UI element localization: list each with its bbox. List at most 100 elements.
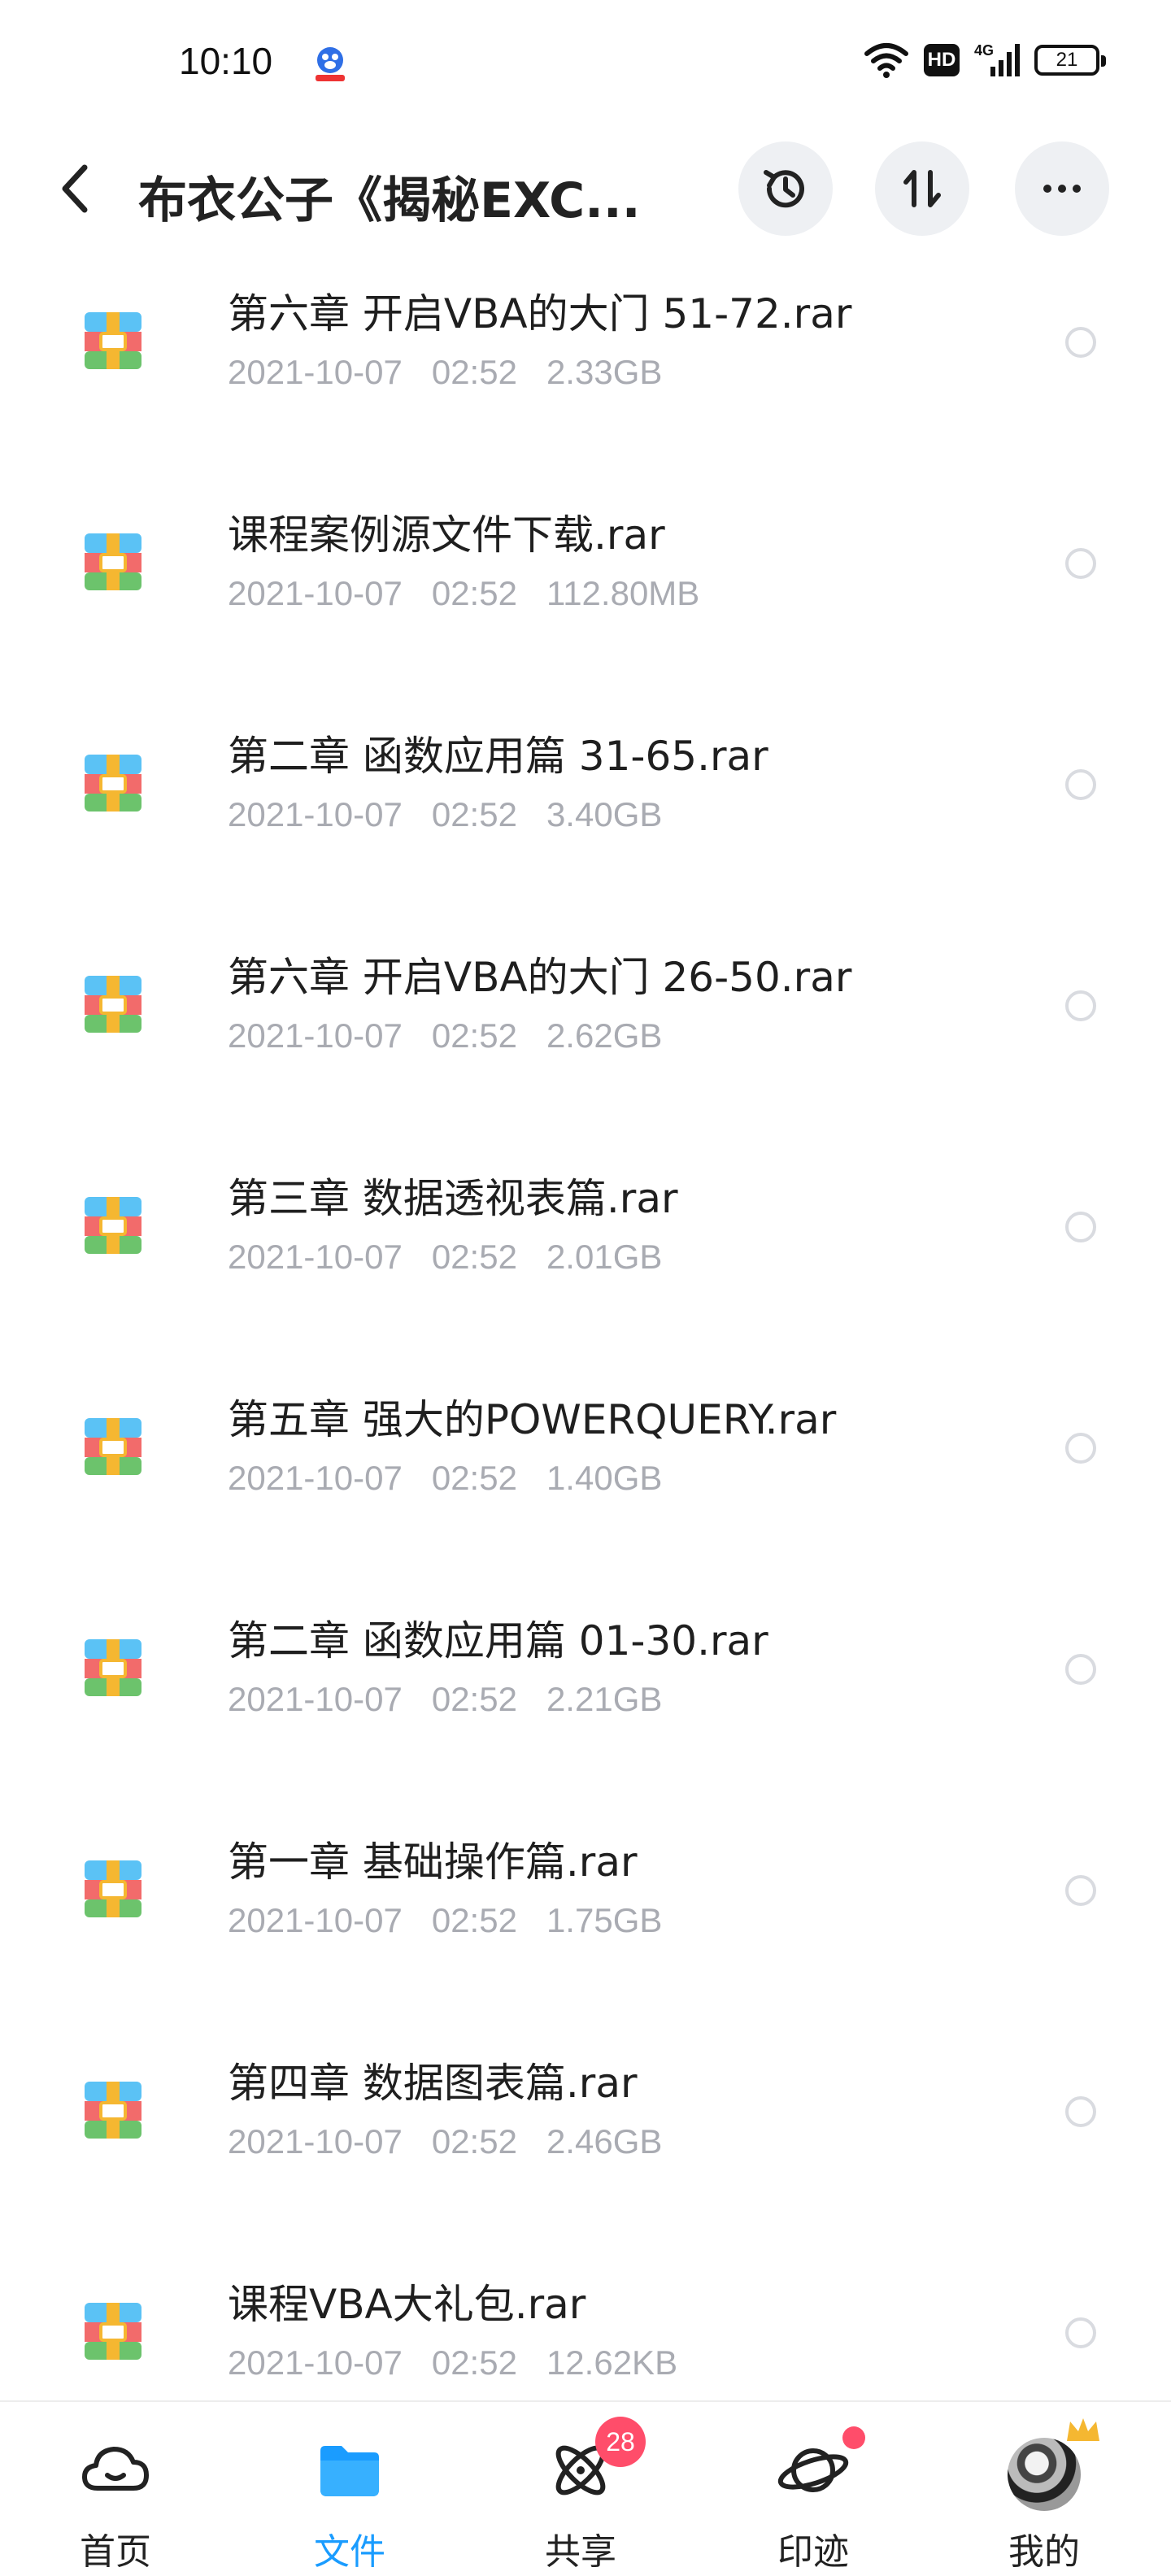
file-meta: 2021-10-07 02:52 2.33GB bbox=[228, 353, 691, 392]
file-date: 2021-10-07 bbox=[228, 795, 403, 833]
nav-share[interactable]: 28 共享 bbox=[499, 2402, 662, 2576]
file-row[interactable]: 第二章 函数应用篇 01-30.rar 2021-10-07 02:52 2.21GB bbox=[0, 1579, 1171, 1800]
file-date: 2021-10-07 bbox=[228, 1901, 403, 1939]
file-time: 02:52 bbox=[431, 1016, 517, 1055]
page: 10:10 HD 4G 21 布衣公子《揭秘EXC... 第六章 开启VBA的大… bbox=[0, 0, 1171, 2576]
file-name: 第一章 基础操作篇.rar bbox=[228, 1838, 638, 1886]
file-size: 2.46GB bbox=[546, 2122, 663, 2160]
file-row[interactable]: 课程案例源文件下载.rar 2021-10-07 02:52 112.80MB bbox=[0, 473, 1171, 694]
file-row[interactable]: 第二章 函数应用篇 31-65.rar 2021-10-07 02:52 3.40GB bbox=[0, 694, 1171, 916]
select-checkbox[interactable] bbox=[1065, 1875, 1096, 1906]
nav-files-label: 文件 bbox=[314, 2531, 385, 2573]
file-name: 第二章 函数应用篇 01-30.rar bbox=[228, 1617, 768, 1664]
file-row[interactable]: 第三章 数据透视表篇.rar 2021-10-07 02:52 2.01GB bbox=[0, 1137, 1171, 1358]
file-meta: 2021-10-07 02:52 2.01GB bbox=[228, 1238, 691, 1277]
baidu-netdisk-notification-icon bbox=[316, 47, 345, 81]
cloud-icon bbox=[82, 2447, 149, 2491]
file-row[interactable]: 课程VBA大礼包.rar 2021-10-07 02:52 12.62KB bbox=[0, 2243, 1171, 2399]
status-time: 10:10 bbox=[179, 40, 273, 82]
select-checkbox[interactable] bbox=[1065, 990, 1096, 1021]
more-button[interactable] bbox=[1015, 141, 1109, 236]
file-size: 1.40GB bbox=[546, 1459, 663, 1497]
file-row[interactable]: 第六章 开启VBA的大门 26-50.rar 2021-10-07 02:52 2.6… bbox=[0, 916, 1171, 1137]
file-name: 第四章 数据图表篇.rar bbox=[228, 2060, 638, 2107]
rar-archive-icon bbox=[85, 2082, 141, 2139]
back-icon[interactable] bbox=[54, 161, 99, 216]
file-name: 课程案例源文件下载.rar bbox=[228, 511, 665, 559]
nav-home-label: 首页 bbox=[80, 2531, 151, 2573]
nav-traces[interactable]: 印迹 bbox=[732, 2402, 895, 2576]
file-size: 2.62GB bbox=[546, 1016, 663, 1055]
file-meta: 2021-10-07 02:52 2.62GB bbox=[228, 1016, 691, 1055]
file-list: 第六章 开启VBA的大门 51-72.rar 2021-10-07 02:52 2.3… bbox=[0, 252, 1171, 2399]
select-checkbox[interactable] bbox=[1065, 769, 1096, 800]
file-size: 112.80MB bbox=[546, 574, 700, 612]
select-checkbox[interactable] bbox=[1065, 2317, 1096, 2348]
avatar bbox=[1008, 2438, 1081, 2511]
file-time: 02:52 bbox=[431, 2122, 517, 2160]
file-row[interactable]: 第四章 数据图表篇.rar 2021-10-07 02:52 2.46GB bbox=[0, 2021, 1171, 2243]
crown-icon bbox=[1067, 2418, 1099, 2441]
planet-icon bbox=[777, 2448, 849, 2492]
file-row[interactable]: 第一章 基础操作篇.rar 2021-10-07 02:52 1.75GB bbox=[0, 1800, 1171, 2021]
select-checkbox[interactable] bbox=[1065, 1654, 1096, 1685]
rar-archive-icon bbox=[85, 1860, 141, 1917]
select-checkbox[interactable] bbox=[1065, 327, 1096, 358]
file-meta: 2021-10-07 02:52 12.62KB bbox=[228, 2343, 707, 2382]
signal-4g-icon: 4G bbox=[974, 42, 1020, 76]
nav-profile-label: 我的 bbox=[1008, 2531, 1080, 2573]
select-checkbox[interactable] bbox=[1065, 2096, 1096, 2127]
file-name: 第三章 数据透视表篇.rar bbox=[228, 1175, 678, 1222]
rar-archive-icon bbox=[85, 755, 141, 812]
rar-archive-icon bbox=[85, 533, 141, 590]
file-meta: 2021-10-07 02:52 2.46GB bbox=[228, 2122, 691, 2161]
rar-archive-icon bbox=[85, 1197, 141, 1254]
file-date: 2021-10-07 bbox=[228, 574, 403, 612]
rar-archive-icon bbox=[85, 1639, 141, 1696]
file-meta: 2021-10-07 02:52 1.40GB bbox=[228, 1459, 691, 1498]
file-row[interactable]: 第六章 开启VBA的大门 51-72.rar 2021-10-07 02:52 2.3… bbox=[0, 252, 1171, 473]
rar-archive-icon bbox=[85, 1418, 141, 1475]
history-icon bbox=[764, 170, 804, 208]
file-time: 02:52 bbox=[431, 1680, 517, 1718]
file-name: 第五章 强大的POWERQUERY.rar bbox=[228, 1396, 837, 1443]
nav-files[interactable]: 文件 bbox=[268, 2402, 431, 2576]
rar-archive-icon bbox=[85, 2303, 141, 2360]
file-date: 2021-10-07 bbox=[228, 1016, 403, 1055]
file-meta: 2021-10-07 02:52 1.75GB bbox=[228, 1901, 691, 1940]
nav-profile[interactable]: 我的 bbox=[963, 2402, 1125, 2576]
rar-archive-icon bbox=[85, 312, 141, 369]
file-name: 第六章 开启VBA的大门 26-50.rar bbox=[228, 954, 852, 1001]
file-size: 2.01GB bbox=[546, 1238, 663, 1276]
header: 布衣公子《揭秘EXC... bbox=[0, 138, 1171, 239]
nav-home[interactable]: 首页 bbox=[34, 2402, 197, 2576]
wifi-icon bbox=[864, 43, 908, 78]
status-bar: 10:10 HD 4G 21 bbox=[0, 0, 1171, 122]
file-time: 02:52 bbox=[431, 795, 517, 833]
file-meta: 2021-10-07 02:52 112.80MB bbox=[228, 574, 729, 613]
file-time: 02:52 bbox=[431, 1238, 517, 1276]
rar-archive-icon bbox=[85, 976, 141, 1033]
file-date: 2021-10-07 bbox=[228, 353, 403, 391]
page-title: 布衣公子《揭秘EXC... bbox=[138, 172, 641, 229]
history-button[interactable] bbox=[738, 141, 833, 236]
bottom-navigation: 首页 文件 28 共享 印迹 我的 bbox=[0, 2400, 1171, 2576]
hd-badge: HD bbox=[924, 44, 960, 76]
select-checkbox[interactable] bbox=[1065, 1212, 1096, 1242]
nav-share-label: 共享 bbox=[545, 2531, 616, 2573]
sort-button[interactable] bbox=[875, 141, 969, 236]
file-name: 课程VBA大礼包.rar bbox=[228, 2281, 586, 2328]
file-time: 02:52 bbox=[431, 1901, 517, 1939]
select-checkbox[interactable] bbox=[1065, 1433, 1096, 1464]
status-indicators: HD 4G 21 bbox=[864, 41, 1106, 80]
file-size: 2.33GB bbox=[546, 353, 663, 391]
file-date: 2021-10-07 bbox=[228, 1238, 403, 1276]
file-row[interactable]: 第五章 强大的POWERQUERY.rar 2021-10-07 02:52 1.40… bbox=[0, 1358, 1171, 1579]
select-checkbox[interactable] bbox=[1065, 548, 1096, 579]
file-size: 3.40GB bbox=[546, 795, 663, 833]
file-time: 02:52 bbox=[431, 1459, 517, 1497]
file-date: 2021-10-07 bbox=[228, 2343, 403, 2382]
file-time: 02:52 bbox=[431, 2343, 517, 2382]
file-meta: 2021-10-07 02:52 3.40GB bbox=[228, 795, 691, 834]
battery-indicator: 21 bbox=[1034, 45, 1106, 76]
